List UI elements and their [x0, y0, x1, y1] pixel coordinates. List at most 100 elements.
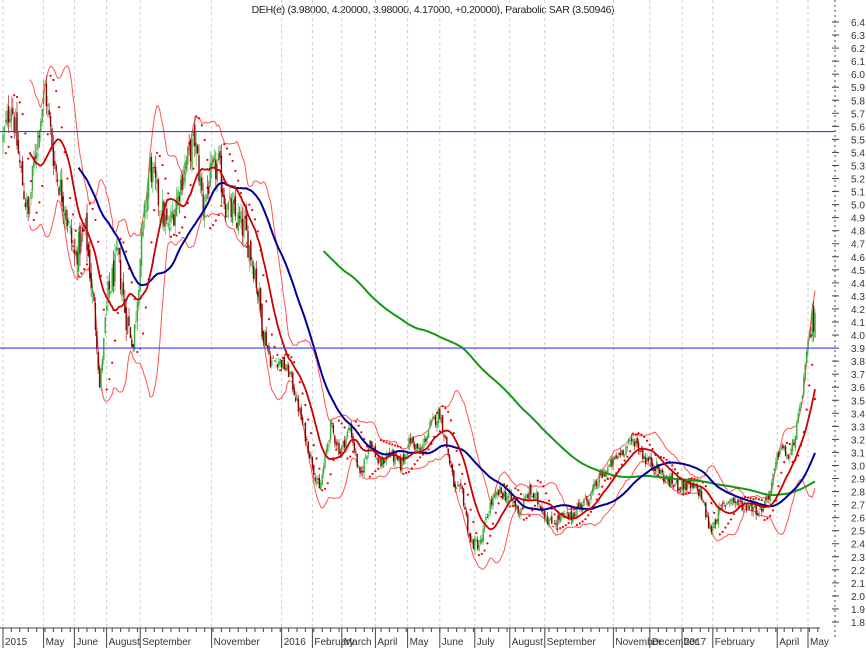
price-bar-body [206, 186, 209, 190]
price-bar-body [332, 425, 335, 433]
price-bar-body [542, 511, 545, 515]
price-bar-body [121, 289, 123, 297]
price-bar-body [776, 453, 778, 464]
price-bar-body [714, 520, 717, 525]
sar-dot [323, 487, 327, 490]
sar-dot [55, 89, 58, 93]
price-bar-body [278, 362, 280, 366]
sar-dot [687, 491, 691, 494]
price-bar-body [115, 247, 118, 251]
sar-dot [169, 235, 173, 239]
price-bar-body [20, 166, 22, 168]
sar-dot [281, 356, 285, 359]
y-tick-label: 4.9 [851, 214, 865, 225]
price-bar-body [233, 199, 235, 204]
sar-dot [570, 507, 573, 510]
price-bar-body [716, 522, 718, 523]
sar-dot [449, 419, 453, 422]
price-bar-body [125, 307, 127, 331]
price-bar-body [782, 444, 784, 449]
price-bar-body [793, 442, 795, 446]
price-bar-body [674, 483, 676, 485]
x-tick-label: May [410, 637, 429, 648]
price-bar-body [205, 194, 207, 202]
price-bar-body [168, 227, 171, 231]
price-bar-body [321, 474, 323, 485]
price-bar-body [104, 317, 106, 334]
price-bar-body [499, 485, 501, 494]
price-bar-body [152, 167, 154, 183]
price-bar-body [303, 424, 305, 426]
x-tick-label: September [547, 637, 597, 648]
sar-dot [52, 78, 55, 82]
y-tick-label: 2.5 [851, 527, 865, 538]
price-bar-body [644, 457, 647, 464]
price-bar-body [693, 486, 696, 488]
sar-dot [477, 553, 481, 557]
price-bar-body [128, 316, 130, 326]
sar-dot [225, 147, 229, 150]
price-bar-body [174, 208, 176, 226]
price-bar-body [675, 479, 678, 484]
x-tick-label: April [377, 637, 397, 648]
price-bar-body [586, 496, 588, 501]
y-tick-label: 3.5 [851, 396, 865, 407]
price-bar-body [698, 488, 700, 496]
price-bar-body [34, 156, 36, 160]
x-tick-label: June [442, 637, 464, 648]
sar-dot [69, 196, 72, 200]
price-bar-body [297, 398, 300, 412]
sar-dot [49, 74, 52, 77]
price-bar-body [810, 334, 812, 338]
price-bar-body [654, 469, 657, 471]
sar-dot [150, 241, 153, 244]
price-bar-body [401, 457, 403, 472]
price-bar-body [93, 293, 95, 301]
price-bar-body [427, 430, 430, 439]
sar-dot [10, 135, 13, 139]
price-bar-body [502, 493, 504, 499]
price-bar-body [355, 451, 357, 453]
price-bar-body [264, 332, 266, 346]
price-bar-body [97, 352, 99, 370]
sar-dot [559, 527, 562, 530]
price-bar-body [758, 512, 760, 517]
price-bar-body [180, 179, 182, 196]
sar-dot [545, 492, 548, 495]
price-bar-body [143, 204, 146, 217]
sar-dot [561, 525, 565, 528]
sar-dot [167, 192, 170, 195]
x-tick-label: July [477, 637, 495, 648]
price-bar-body [231, 203, 234, 224]
sar-dot [293, 361, 296, 364]
price-bar-body [783, 446, 785, 450]
sar-dot [178, 231, 181, 234]
price-bar-body [615, 455, 617, 459]
price-bar-body [262, 330, 265, 343]
price-bar-body [588, 502, 591, 506]
y-tick-label: 4.5 [851, 266, 865, 277]
y-tick-label: 3.2 [851, 435, 865, 446]
price-bar-body [521, 507, 524, 509]
sar-dot [318, 467, 321, 470]
y-tick-label: 3.9 [851, 344, 865, 355]
y-tick-label: 5.3 [851, 161, 865, 172]
sar-dot [315, 457, 318, 460]
price-bar-body [359, 466, 361, 473]
price-bar-body [58, 187, 60, 195]
price-bar-body [558, 514, 560, 520]
price-bar-body [537, 492, 539, 504]
price-bar-body [411, 437, 413, 445]
sar-dot [757, 498, 761, 501]
price-bar-body [269, 355, 272, 368]
price-bar-body [44, 84, 46, 86]
price-bar-body [660, 470, 662, 475]
sar-dot [771, 509, 775, 512]
price-bar-body [630, 438, 633, 441]
x-tick-label: June [76, 637, 98, 648]
sar-dot [253, 218, 257, 221]
y-tick-label: 5.9 [851, 83, 865, 94]
price-bar-body [245, 214, 248, 231]
price-bar-body [591, 489, 594, 493]
chart-window: DEH(e) (3.98000, 4.20000, 3.98000, 4.170… [0, 0, 866, 653]
